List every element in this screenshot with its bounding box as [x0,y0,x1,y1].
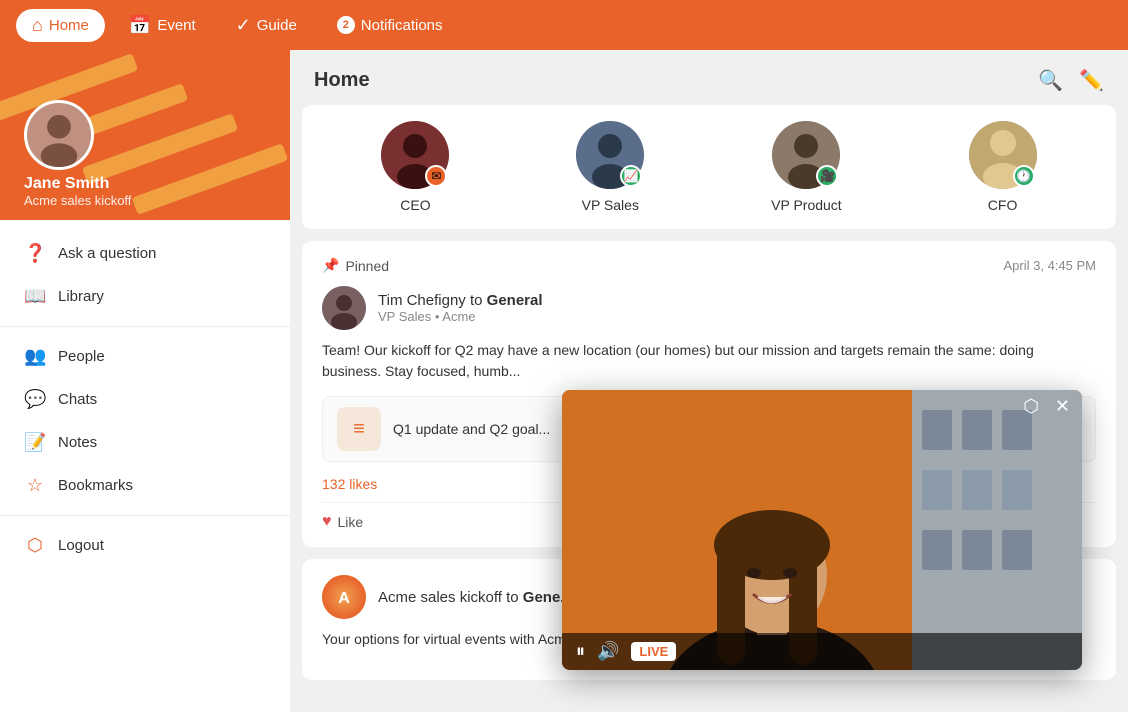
person-vpsales[interactable]: 📈 VP Sales [576,121,644,213]
person-cfo[interactable]: 🕐 CFO [969,121,1037,213]
header-actions: 🔍 ✏️ [1038,68,1104,93]
ceo-label: CEO [400,197,430,213]
people-card: ✉ CEO 📈 [302,105,1116,229]
post-author-row: Tim Chefigny to General VP Sales • Acme [322,286,1096,330]
second-post-avatar: A [322,575,366,619]
post-author-name: Tim Chefigny to General [378,292,543,309]
search-icon[interactable]: 🔍 [1038,68,1063,93]
post-author-sub: VP Sales • Acme [378,309,543,324]
person-vpproduct[interactable]: 🎥 VP Product [771,121,842,213]
vpsales-label: VP Sales [582,197,639,213]
sidebar-item-notes[interactable]: 📝 Notes [0,421,290,464]
vpproduct-label: VP Product [771,197,842,213]
vpsales-badge: 📈 [620,165,642,187]
person-ceo-avatar-wrap: ✉ [381,121,449,189]
nav-guide[interactable]: ✓ Guide [220,9,313,42]
post-body: Team! Our kickoff for Q2 may have a new … [322,340,1096,382]
person-vpsales-avatar-wrap: 📈 [576,121,644,189]
people-icon: 👥 [24,346,46,367]
sidebar-item-chats[interactable]: 💬 Chats [0,378,290,421]
cfo-badge: 🕐 [1013,165,1035,187]
logout-icon: ⬡ [24,535,46,556]
person-ceo[interactable]: ✉ CEO [381,121,449,213]
video-titlebar: ⬡ ✕ [1011,390,1082,423]
second-post-author-info: Acme sales kickoff to Gene... [378,589,573,606]
notes-icon: 📝 [24,432,46,453]
sidebar-item-people[interactable]: 👥 People [0,335,290,378]
ceo-badge: ✉ [425,165,447,187]
library-icon: 📖 [24,286,46,307]
nav-divider-2 [0,515,290,516]
bookmark-icon: ☆ [24,475,46,496]
notification-badge: 2 [337,16,355,34]
video-close-button[interactable]: ✕ [1051,394,1074,419]
video-minimize-button[interactable]: ⬡ [1019,394,1043,419]
attachment-icon: ≡ [337,407,381,451]
attachment-title: Q1 update and Q2 goal... [393,421,550,437]
nav-notifications[interactable]: 2 Notifications [321,10,459,40]
profile-card: Jane Smith Acme sales kickoff [0,50,290,220]
post-author-avatar [322,286,366,330]
user-avatar [24,100,94,170]
pinned-date: April 3, 4:45 PM [1004,258,1097,273]
content-header: Home 🔍 ✏️ [290,50,1128,105]
video-overlay: ⬡ ✕ [562,390,1082,670]
chat-icon: 💬 [24,389,46,410]
second-post-author-name: Acme sales kickoff to Gene... [378,589,573,606]
pinned-label: 📌 Pinned [322,257,389,274]
nav-divider-1 [0,326,290,327]
sidebar-item-ask-question[interactable]: ❓ Ask a question [0,232,290,275]
sidebar: Jane Smith Acme sales kickoff ❓ Ask a qu… [0,50,290,712]
video-controls: ⏸ 🔊 LIVE [562,633,1082,670]
video-volume-button[interactable]: 🔊 [597,641,619,662]
compose-icon[interactable]: ✏️ [1079,68,1104,93]
svg-text:A: A [338,590,350,607]
nav-home[interactable]: ⌂ Home [16,9,105,42]
profile-org: Acme sales kickoff [24,193,131,208]
vpproduct-badge: 🎥 [816,165,838,187]
cfo-label: CFO [988,197,1018,213]
video-pause-button[interactable]: ⏸ [576,641,585,662]
post-author-info: Tim Chefigny to General VP Sales • Acme [378,292,543,324]
top-navigation: ⌂ Home 📅 Event ✓ Guide 2 Notifications [0,0,1128,50]
sidebar-item-logout[interactable]: ⬡ Logout [0,524,290,567]
nav-event[interactable]: 📅 Event [113,9,212,42]
profile-name: Jane Smith [24,175,131,193]
pin-icon: 📌 [322,257,339,274]
calendar-icon: 📅 [129,15,151,36]
guide-icon: ✓ [236,15,251,36]
profile-info: Jane Smith Acme sales kickoff [24,175,131,208]
sidebar-item-bookmarks[interactable]: ☆ Bookmarks [0,464,290,507]
live-badge: LIVE [631,642,676,661]
sidebar-item-library[interactable]: 📖 Library [0,275,290,318]
like-button[interactable]: ♥ Like [322,513,363,531]
home-icon: ⌂ [32,15,43,36]
page-title: Home [314,69,370,92]
pinned-header: 📌 Pinned April 3, 4:45 PM [322,257,1096,274]
person-cfo-avatar-wrap: 🕐 [969,121,1037,189]
video-content [562,390,1082,670]
heart-icon: ♥ [322,513,332,531]
person-vpproduct-avatar-wrap: 🎥 [772,121,840,189]
question-icon: ❓ [24,243,46,264]
sidebar-navigation: ❓ Ask a question 📖 Library 👥 People 💬 Ch… [0,220,290,579]
